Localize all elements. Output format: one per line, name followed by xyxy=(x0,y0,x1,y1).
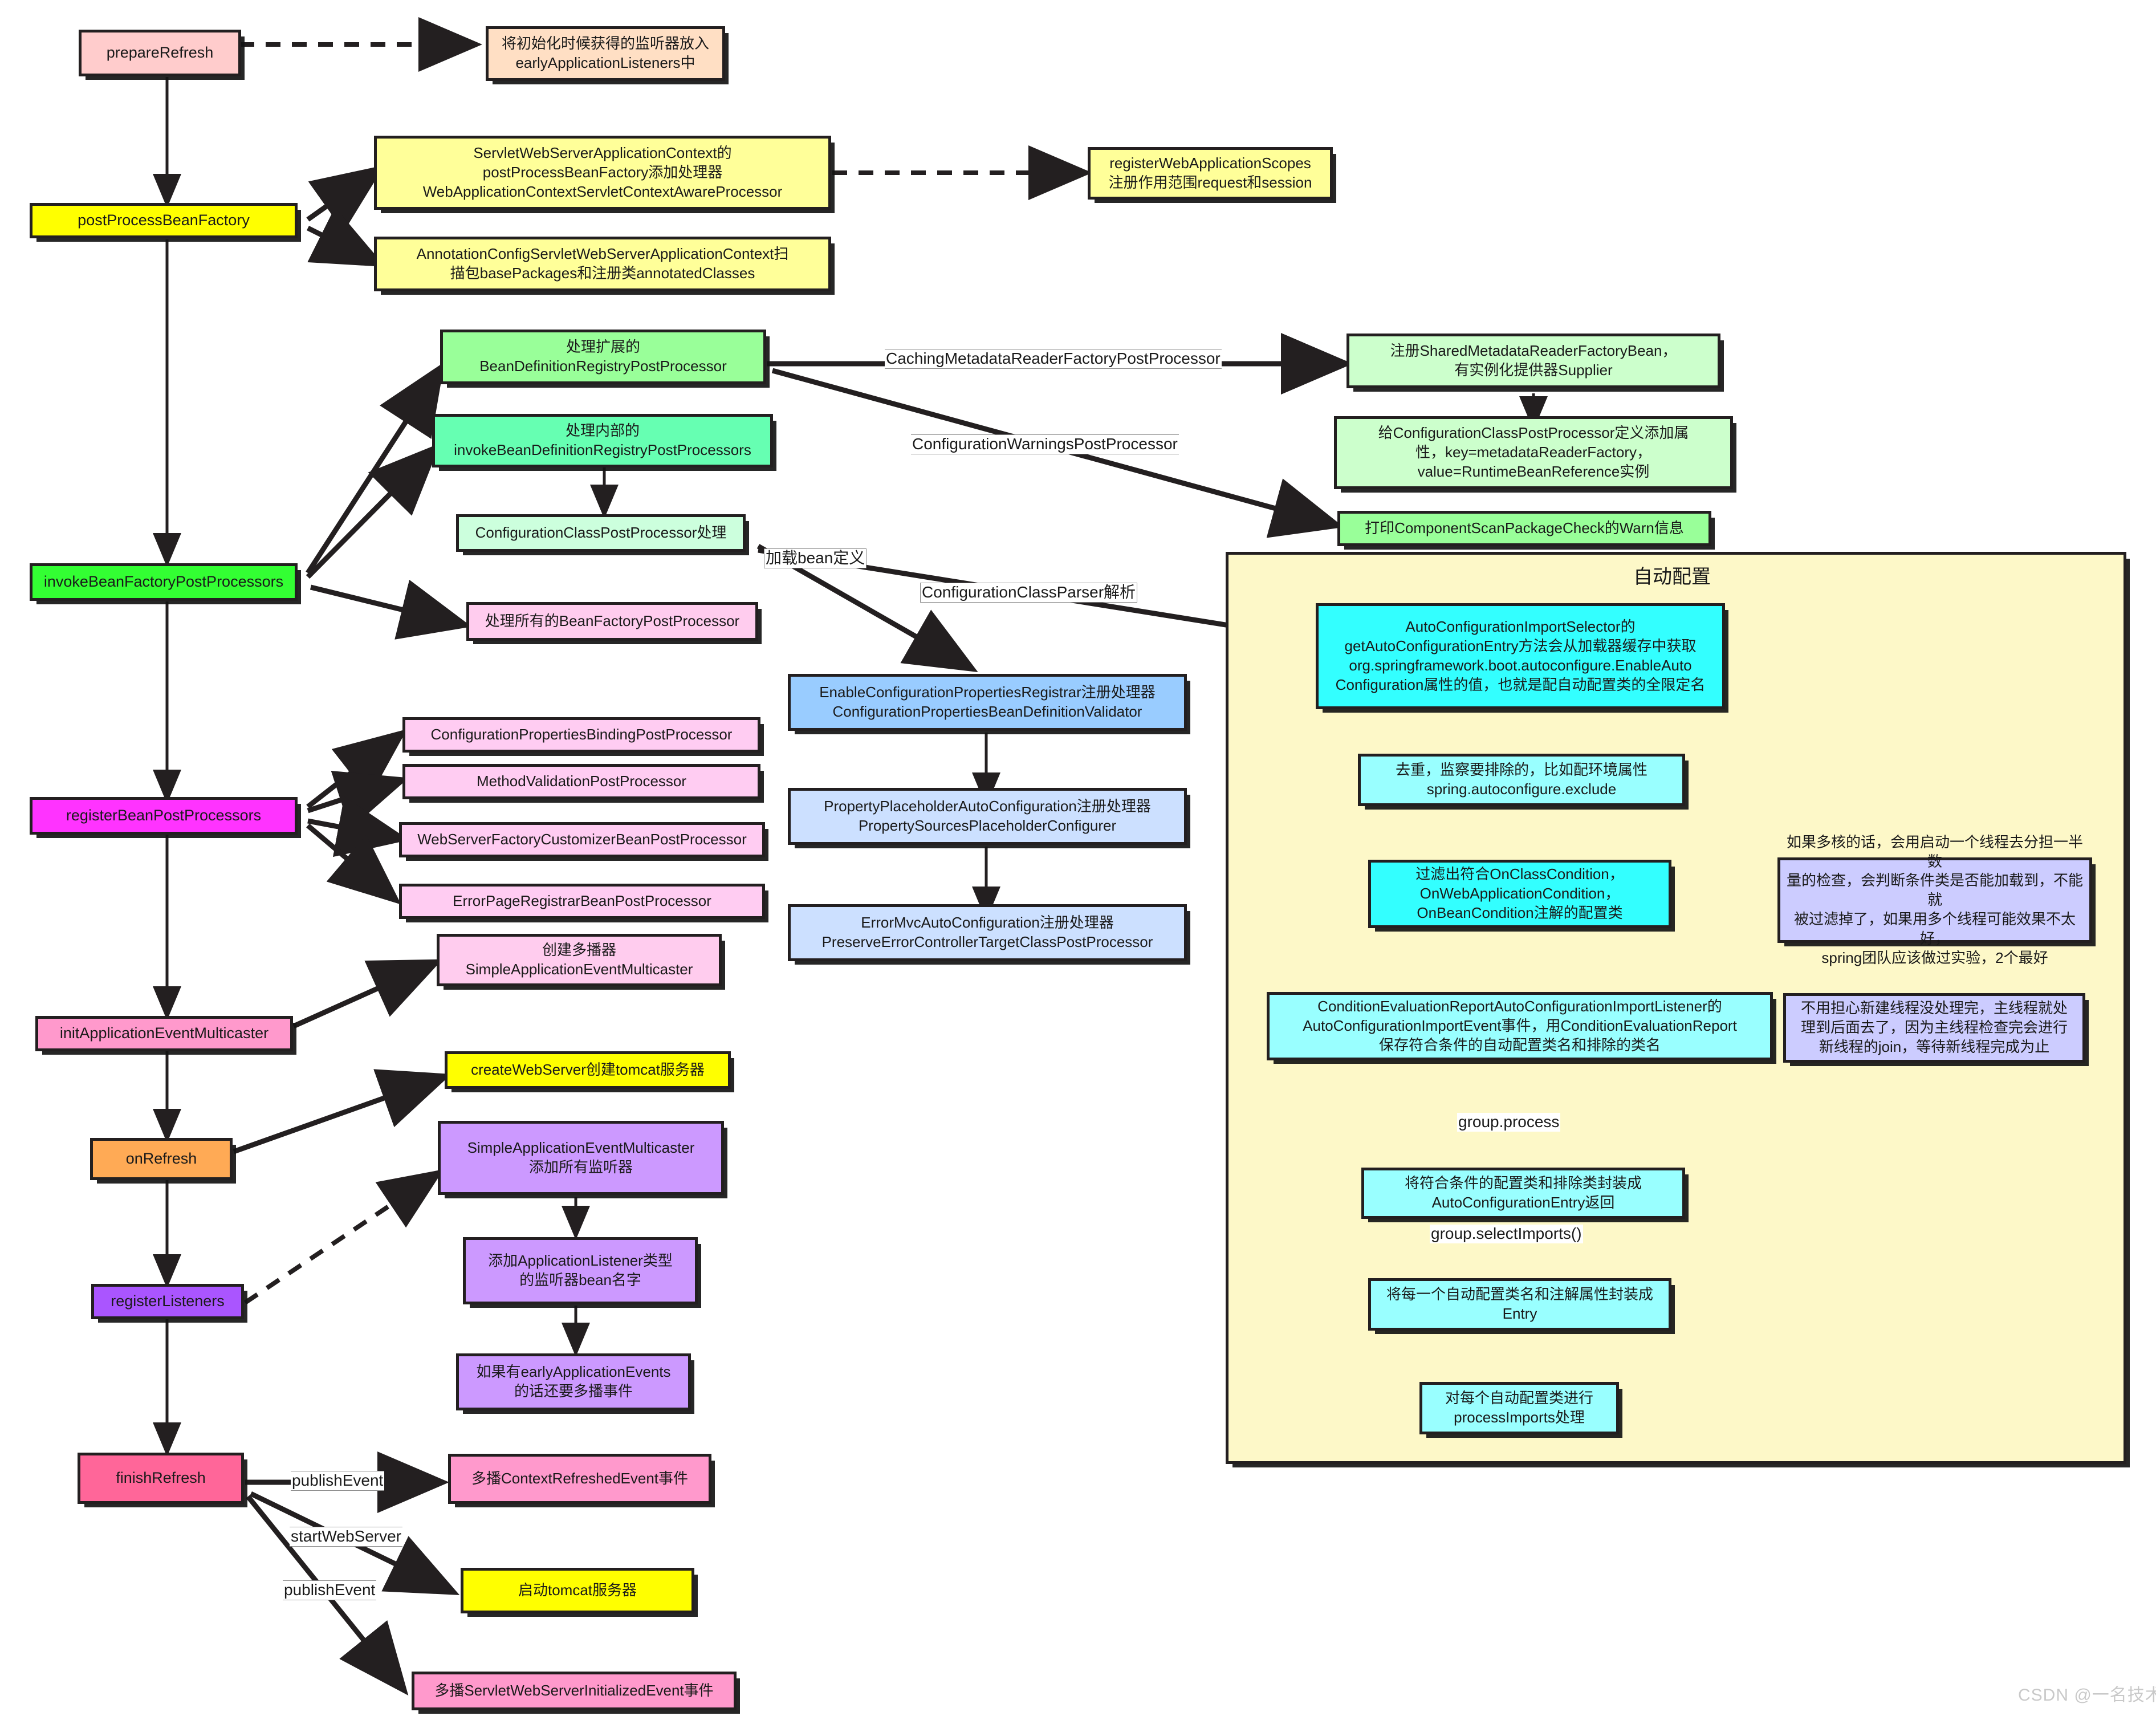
node-finish-refresh[interactable]: finishRefresh xyxy=(78,1453,244,1504)
node-register-shared-metadata-reader-factory-bean[interactable]: 注册SharedMetadataReaderFactoryBean， 有实例化提… xyxy=(1347,334,1720,388)
node-post-process-bean-factory[interactable]: postProcessBeanFactory xyxy=(30,203,298,238)
node-add-configuration-class-post-processor-property[interactable]: 给ConfigurationClassPostProcessor定义添加属 性，… xyxy=(1334,416,1733,489)
node-filter-conditions[interactable]: 过滤出符合OnClassCondition， OnWebApplicationC… xyxy=(1368,860,1671,928)
node-method-validation-post-processor[interactable]: MethodValidationPostProcessor xyxy=(402,764,760,799)
edge-label-publish-event-context-refreshed: publishEvent xyxy=(291,1471,385,1491)
node-error-mvc-auto-configuration[interactable]: ErrorMvcAutoConfiguration注册处理器 PreserveE… xyxy=(788,904,1187,961)
node-print-component-scan-package-check-warn[interactable]: 打印ComponentScanPackageCheck的Warn信息 xyxy=(1337,511,1711,546)
node-on-refresh[interactable]: onRefresh xyxy=(90,1138,233,1180)
node-register-listeners[interactable]: registerListeners xyxy=(91,1284,244,1319)
node-property-placeholder-auto-configuration[interactable]: PropertyPlaceholderAutoConfiguration注册处理… xyxy=(788,788,1187,845)
node-prepare-refresh[interactable]: prepareRefresh xyxy=(79,30,241,76)
auto-configuration-group-title: 自动配置 xyxy=(1633,566,1711,588)
node-init-application-event-multicaster[interactable]: initApplicationEventMulticaster xyxy=(35,1016,293,1051)
node-register-web-application-scopes[interactable]: registerWebApplicationScopes 注册作用范围reque… xyxy=(1088,147,1333,200)
diagram-canvas: 自动配置 prepareRefresh 将初始化时候获得的监听器放入 early… xyxy=(0,0,2156,1720)
node-error-page-registrar-bean-post-processor[interactable]: ErrorPageRegistrarBeanPostProcessor xyxy=(399,884,765,919)
edge-label-caching-metadata-reader-factory-post-processor: CachingMetadataReaderFactoryPostProcesso… xyxy=(885,349,1222,369)
node-add-application-listener-bean-names[interactable]: 添加ApplicationListener类型 的监听器bean名字 xyxy=(463,1237,698,1304)
node-inner-invoke-bean-definition-registry-post-processors[interactable]: 处理内部的 invokeBeanDefinitionRegistryPostPr… xyxy=(432,414,773,467)
node-web-server-factory-customizer-bean-post-processor[interactable]: WebServerFactoryCustomizerBeanPostProces… xyxy=(399,822,765,857)
node-start-tomcat-server[interactable]: 启动tomcat服务器 xyxy=(461,1568,694,1613)
node-multicore-note[interactable]: 如果多核的话，会用启动一个线程去分担一半数 量的检查，会判断条件类是否能加载到，… xyxy=(1777,833,2092,966)
node-wrap-auto-configuration-entry[interactable]: 将符合条件的配置类和排除类封装成 AutoConfigurationEntry返… xyxy=(1361,1168,1685,1219)
node-early-application-listeners[interactable]: 将初始化时候获得的监听器放入 earlyApplicationListeners… xyxy=(486,26,725,81)
node-register-bean-post-processors[interactable]: registerBeanPostProcessors xyxy=(30,797,298,835)
edge-label-configuration-class-parser: ConfigurationClassParser解析 xyxy=(920,583,1138,603)
edge-label-group-select-imports: group.selectImports() xyxy=(1430,1225,1583,1243)
node-dedup-exclude[interactable]: 去重，监察要排除的，比如配环境属性 spring.autoconfigure.e… xyxy=(1358,754,1685,806)
node-create-multicaster[interactable]: 创建多播器 SimpleApplicationEventMulticaster xyxy=(437,934,722,986)
edge-label-publish-event-servlet-initialized: publishEvent xyxy=(283,1580,377,1600)
node-wrap-entry[interactable]: 将每一个自动配置类名和注解属性封装成 Entry xyxy=(1368,1278,1671,1331)
csdn-watermark: CSDN @一名技术极客 xyxy=(2018,1686,2156,1705)
node-create-web-server[interactable]: createWebServer创建tomcat服务器 xyxy=(445,1051,731,1089)
edge-label-configuration-warnings-post-processor: ConfigurationWarningsPostProcessor xyxy=(911,434,1179,454)
node-auto-configuration-import-selector[interactable]: AutoConfigurationImportSelector的 getAuto… xyxy=(1316,603,1725,709)
node-annotation-config-scan[interactable]: AnnotationConfigServletWebServerApplicat… xyxy=(374,237,831,291)
node-multicast-servlet-web-server-initialized-event[interactable]: 多播ServletWebServerInitializedEvent事件 xyxy=(412,1672,737,1710)
edge-label-group-process: group.process xyxy=(1457,1113,1561,1132)
node-condition-evaluation-report[interactable]: ConditionEvaluationReportAutoConfigurati… xyxy=(1267,992,1773,1060)
node-join-note[interactable]: 不用担心新建线程没处理完，主线程就处 理到后面去了，因为主线程检查完会进行 新线… xyxy=(1783,993,2085,1063)
node-multicast-context-refreshed-event[interactable]: 多播ContextRefreshedEvent事件 xyxy=(448,1454,711,1504)
node-multicaster-add-listeners[interactable]: SimpleApplicationEventMulticaster 添加所有监听… xyxy=(438,1121,724,1195)
node-process-imports[interactable]: 对每个自动配置类进行 processImports处理 xyxy=(1419,1382,1619,1434)
node-enable-configuration-properties-registrar[interactable]: EnableConfigurationPropertiesRegistrar注册… xyxy=(788,674,1187,731)
edge-label-load-bean-definition: 加载bean定义 xyxy=(764,548,867,568)
node-early-application-events-multicast[interactable]: 如果有earlyApplicationEvents 的话还要多播事件 xyxy=(456,1353,691,1410)
edge-label-start-web-server: startWebServer xyxy=(290,1527,402,1547)
node-servlet-context-aware-processor[interactable]: ServletWebServerApplicationContext的 post… xyxy=(374,136,831,210)
node-invoke-bean-factory-post-processors[interactable]: invokeBeanFactoryPostProcessors xyxy=(30,563,298,601)
node-configuration-class-post-processor-handle[interactable]: ConfigurationClassPostProcessor处理 xyxy=(456,514,746,552)
node-handle-all-bean-factory-post-processor[interactable]: 处理所有的BeanFactoryPostProcessor xyxy=(466,602,758,641)
node-ext-bean-definition-registry-post-processor[interactable]: 处理扩展的 BeanDefinitionRegistryPostProcesso… xyxy=(440,330,766,384)
node-configuration-properties-binding-post-processor[interactable]: ConfigurationPropertiesBindingPostProces… xyxy=(402,717,760,753)
